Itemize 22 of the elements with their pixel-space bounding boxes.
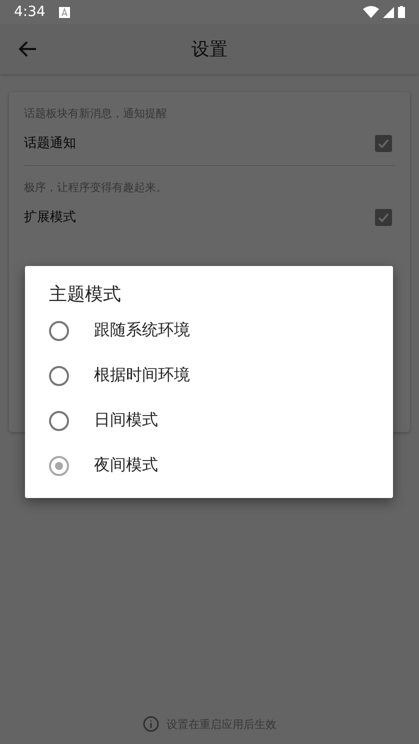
option-label[interactable]: 夜间模式 [94,455,158,476]
option-label[interactable]: 跟随系统环境 [94,320,190,341]
radio-button[interactable] [49,320,69,340]
checkbox[interactable] [375,208,392,226]
option-label[interactable]: 日间模式 [94,410,158,431]
status-time: 4:34 [14,4,46,20]
radio-button[interactable] [49,456,69,476]
page-title: 设置 [190,38,228,61]
radio-button[interactable] [49,366,69,386]
dialog-title: 主题模式 [49,283,122,306]
setting-label: 话题通知 [24,135,76,152]
checkbox[interactable] [375,134,392,152]
setting-label: 扩展模式 [24,209,76,226]
notification-icon [59,6,70,18]
signal-icon [383,6,394,18]
wifi-icon [363,6,379,18]
battery-icon [398,6,405,18]
option-label[interactable]: 根据时间环境 [94,365,190,386]
radio-button[interactable] [49,410,69,430]
check-icon [377,210,390,224]
check-icon [377,136,390,150]
info-icon [142,716,158,732]
